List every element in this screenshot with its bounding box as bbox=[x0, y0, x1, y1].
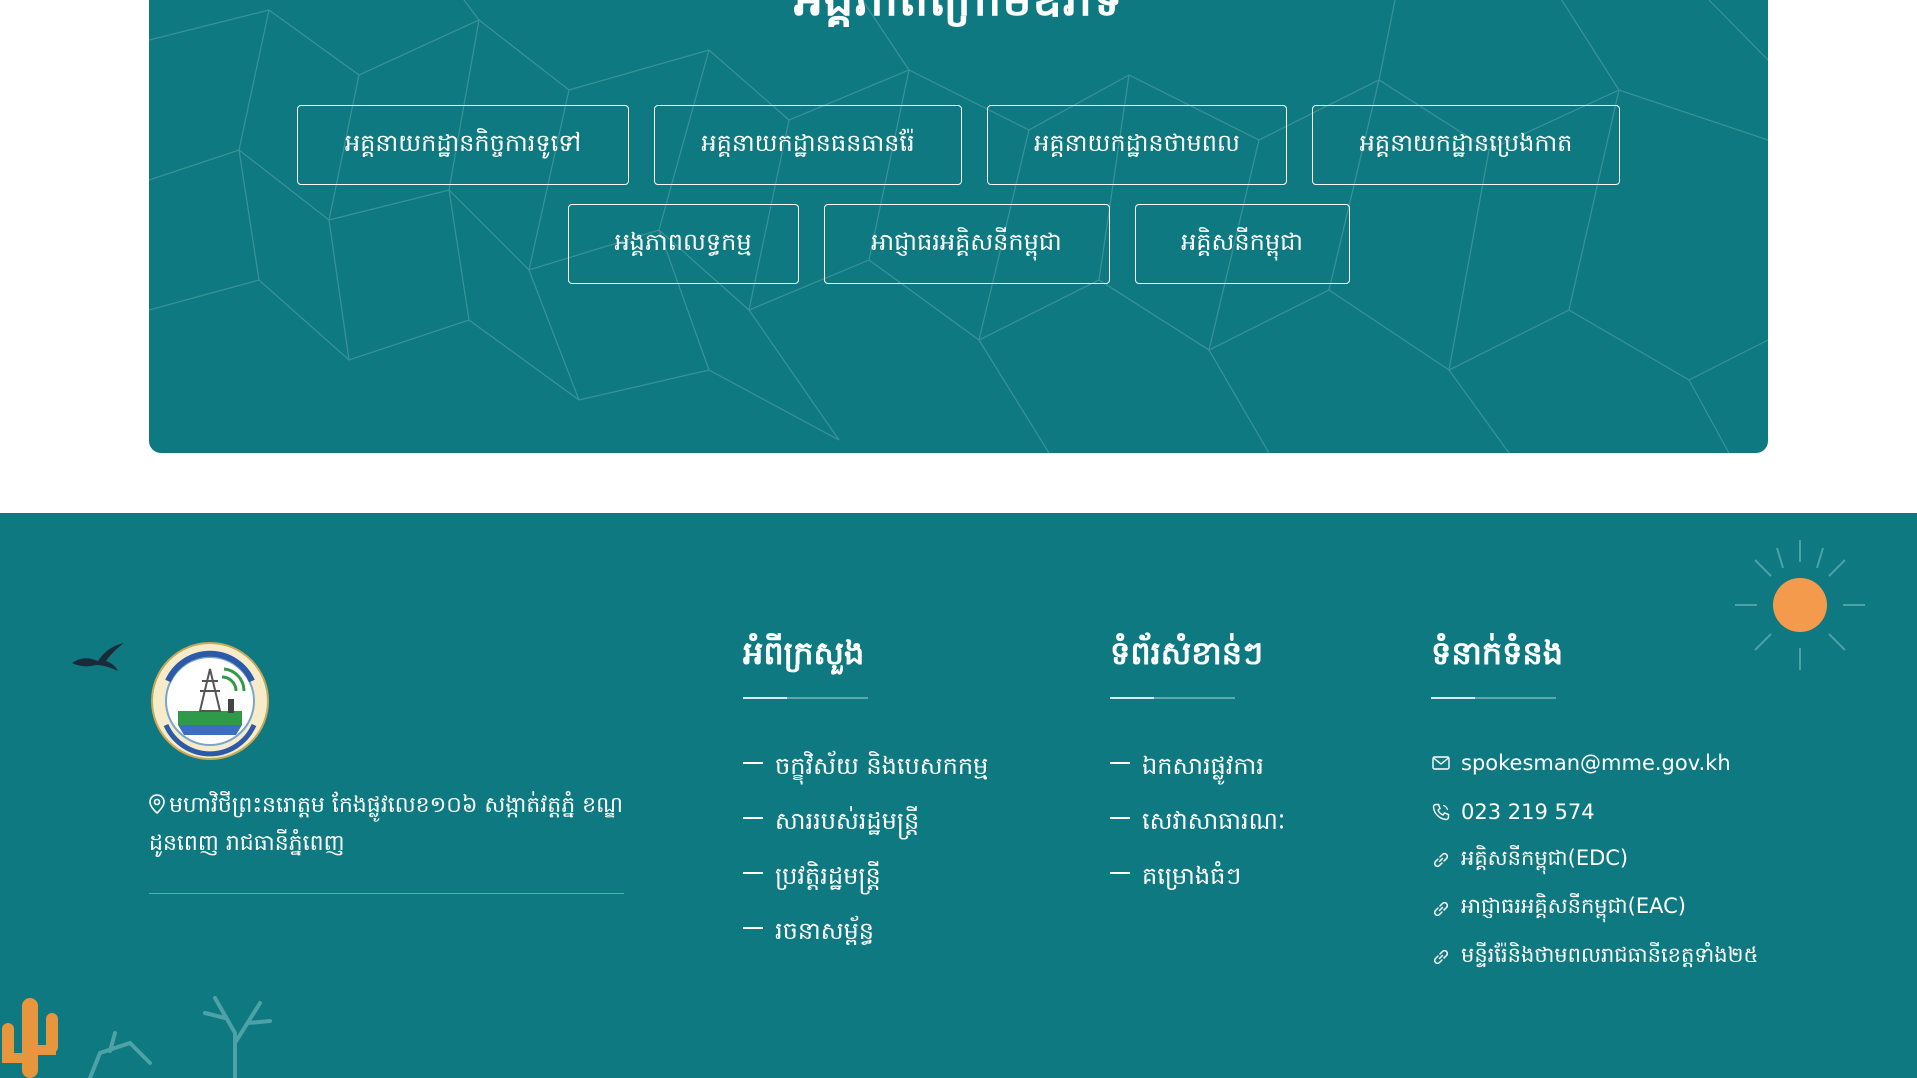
agency-button-edc[interactable]: អគ្គិសនីកម្ពុជា bbox=[1134, 204, 1350, 284]
footer-column-important-pages: ទំព័រសំខាន់ៗ ឯកសារផ្លូវការ សេវាសាធារណៈ គ… bbox=[1110, 633, 1285, 922]
about-link-label: សាររបស់រដ្ឋមន្ត្រី bbox=[775, 807, 920, 835]
about-link-minister-biography[interactable]: ប្រវត្តិរដ្ឋមន្ត្រី bbox=[743, 851, 988, 906]
footer-column-contact: ទំនាក់ទំនង spokesman@mme.gov.kh 023 219 … bbox=[1431, 633, 1758, 998]
agencies-title: អង្គភាពក្រោមឱវាទ bbox=[149, 0, 1768, 24]
contact-phone-text: 023 219 574 bbox=[1461, 799, 1595, 824]
about-link-label: ចក្ខុវិស័យ និងបេសកកម្ម bbox=[775, 752, 989, 780]
about-link-minister-message[interactable]: សាររបស់រដ្ឋមន្ត្រី bbox=[743, 796, 988, 851]
agency-button-energy[interactable]: អគ្គនាយកដ្ឋានថាមពល bbox=[987, 105, 1287, 185]
contact-link-label: មន្ទីររ៉ែនិងថាមពលរាជធានីខេត្តទាំង២៥ bbox=[1461, 942, 1759, 967]
agency-buttons-row-1: អគ្គនាយកដ្ឋានកិច្ចការទូទៅ អគ្គនាយកដ្ឋានធ… bbox=[149, 105, 1768, 185]
contact-link-eac[interactable]: អាជ្ញាធរអគ្គិសនីកម្ពុជា(EAC) bbox=[1431, 885, 1758, 934]
ministry-address: មហាវិថីព្រះនរោត្តម កែងផ្លូវលេខ១០៦ សង្កាត… bbox=[149, 788, 629, 862]
about-link-structure[interactable]: រចនាសម្ព័ន្ធ bbox=[743, 906, 988, 961]
contact-email[interactable]: spokesman@mme.gov.kh bbox=[1431, 739, 1758, 788]
important-pages-title-underline bbox=[1110, 697, 1235, 699]
agency-button-mineral-resources[interactable]: អគ្គនាយកដ្ឋានធនធានរ៉ែ bbox=[654, 105, 962, 185]
link-major-projects[interactable]: គម្រោងធំៗ bbox=[1110, 851, 1285, 906]
contact-title: ទំនាក់ទំនង bbox=[1431, 634, 1564, 672]
footer-column-about: អំពីក្រសួង ចក្ខុវិស័យ និងបេសកកម្ម សាររបស… bbox=[743, 633, 988, 977]
dash-icon bbox=[1110, 871, 1130, 874]
address-divider bbox=[149, 893, 624, 894]
location-pin-icon bbox=[149, 790, 169, 826]
site-footer: មហាវិថីព្រះនរោត្តម កែងផ្លូវលេខ១០៦ សង្កាត… bbox=[0, 513, 1917, 1078]
agency-button-general-affairs[interactable]: អគ្គនាយកដ្ឋានកិច្ចការទូទៅ bbox=[297, 105, 629, 185]
important-link-label: គម្រោងធំៗ bbox=[1142, 862, 1242, 890]
important-pages-title: ទំព័រសំខាន់ៗ bbox=[1110, 634, 1264, 672]
bird-icon bbox=[72, 643, 124, 671]
agency-button-electricity-authority[interactable]: អាជ្ញាធរអគ្គិសនីកម្ពុជា bbox=[823, 204, 1110, 284]
link-icon bbox=[1431, 947, 1451, 967]
about-link-vision-mission[interactable]: ចក្ខុវិស័យ និងបេសកកម្ម bbox=[743, 741, 988, 796]
about-links: ចក្ខុវិស័យ និងបេសកកម្ម សាររបស់រដ្ឋមន្ត្រ… bbox=[743, 741, 988, 961]
contact-link-provincial-departments[interactable]: មន្ទីររ៉ែនិងថាមពលរាជធានីខេត្តទាំង២៥ bbox=[1431, 933, 1758, 982]
link-icon bbox=[1431, 899, 1451, 919]
about-link-label: ប្រវត្តិរដ្ឋមន្ត្រី bbox=[775, 862, 881, 890]
contact-phone[interactable]: 023 219 574 bbox=[1431, 788, 1758, 837]
contact-link-label: អាជ្ញាធរអគ្គិសនីកម្ពុជា(EAC) bbox=[1461, 894, 1686, 919]
agency-button-petroleum[interactable]: អគ្គនាយកដ្ឋានប្រេងកាត bbox=[1312, 105, 1620, 185]
important-link-label: ឯកសារផ្លូវការ bbox=[1142, 752, 1264, 780]
contact-link-edc[interactable]: អគ្គិសនីកម្ពុជា(EDC) bbox=[1431, 836, 1758, 885]
agency-button-procurement-unit[interactable]: អង្គភាពលទ្ធកម្ម bbox=[567, 204, 799, 284]
contact-link-label: អគ្គិសនីកម្ពុជា(EDC) bbox=[1461, 845, 1629, 870]
address-text: មហាវិថីព្រះនរោត្តម កែងផ្លូវលេខ១០៦ សង្កាត… bbox=[149, 793, 623, 856]
contact-email-text: spokesman@mme.gov.kh bbox=[1461, 751, 1731, 776]
ministry-logo bbox=[151, 642, 269, 760]
agency-buttons-row-2: អង្គភាពលទ្ធកម្ម អាជ្ញាធរអគ្គិសនីកម្ពុជា … bbox=[149, 204, 1768, 284]
link-official-documents[interactable]: ឯកសារផ្លូវការ bbox=[1110, 741, 1285, 796]
dash-icon bbox=[743, 761, 763, 764]
envelope-icon bbox=[1431, 753, 1451, 773]
contact-title-underline bbox=[1431, 697, 1556, 699]
important-link-label: សេវាសាធារណៈ bbox=[1142, 807, 1286, 835]
link-icon bbox=[1431, 850, 1451, 870]
phone-icon bbox=[1431, 802, 1451, 822]
dash-icon bbox=[743, 816, 763, 819]
dash-icon bbox=[1110, 761, 1130, 764]
dash-icon bbox=[743, 871, 763, 874]
contact-list: spokesman@mme.gov.kh 023 219 574 អគ្គិសន… bbox=[1431, 739, 1758, 982]
cactus-decoration bbox=[2, 996, 272, 1078]
about-title-underline bbox=[743, 697, 868, 699]
dash-icon bbox=[1110, 816, 1130, 819]
about-title: អំពីក្រសួង bbox=[743, 634, 865, 672]
sub-agencies-panel: អង្គភាពក្រោមឱវាទ អគ្គនាយកដ្ឋានកិច្ចការទូ… bbox=[149, 0, 1768, 453]
important-pages-links: ឯកសារផ្លូវការ សេវាសាធារណៈ គម្រោងធំៗ bbox=[1110, 741, 1285, 906]
link-public-services[interactable]: សេវាសាធារណៈ bbox=[1110, 796, 1285, 851]
about-link-label: រចនាសម្ព័ន្ធ bbox=[775, 917, 875, 945]
dash-icon bbox=[743, 926, 763, 929]
